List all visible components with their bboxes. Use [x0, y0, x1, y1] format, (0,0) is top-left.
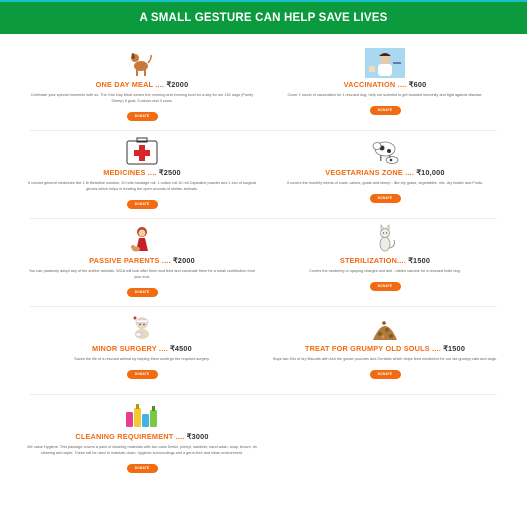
donate-button[interactable]: DONATE [126, 288, 158, 297]
girl-with-dog-icon [122, 224, 162, 254]
donation-card-sterilization: STERILIZATION.... ₹1500 Covers the neute… [265, 224, 505, 292]
row-divider [30, 130, 497, 131]
card-price: ₹1500 [443, 344, 466, 353]
biscuit-pile-icon [365, 312, 405, 342]
card-description: We value Hygiene. This package covers a … [27, 445, 257, 455]
donate-button[interactable]: DONATE [369, 106, 401, 115]
card-description: Buys two Kilo of dry Biscuits with Ash t… [273, 357, 497, 361]
card-description: Saves the life of a rescued animal by he… [74, 357, 210, 361]
donate-button[interactable]: DONATE [369, 370, 401, 379]
donation-card-treat-for-grumpy-old-souls: TREAT FOR GRUMPY OLD SOULS .... ₹1500 Bu… [265, 312, 505, 380]
card-title: MEDICINES .... ₹2500 [22, 168, 262, 177]
card-name: PASSIVE PARENTS .... [89, 256, 171, 265]
card-price: ₹3000 [186, 432, 209, 441]
donate-button[interactable]: DONATE [126, 200, 158, 209]
card-price: ₹600 [408, 80, 427, 89]
row-divider [30, 306, 497, 307]
card-name: CLEANING REQUIREMENT .... [75, 432, 185, 441]
card-description: Celebrate your special moments with us. … [30, 93, 254, 103]
card-title: CLEANING REQUIREMENT .... ₹3000 [22, 432, 262, 441]
donation-card-medicines: MEDICINES .... ₹2500 It consist general … [22, 136, 262, 210]
row-divider [30, 394, 497, 395]
donation-card-one-day-meal: ONE DAY MEAL .... ₹2000 Celebrate your s… [22, 48, 262, 122]
card-name: VACCINATION .... [343, 80, 407, 89]
card-price: ₹2000 [166, 80, 189, 89]
card-title: TREAT FOR GRUMPY OLD SOULS .... ₹1500 [265, 344, 505, 353]
card-price: ₹10,000 [416, 168, 445, 177]
dog-icon [122, 48, 162, 78]
card-description: It consist general medicines like 1 ltr … [27, 181, 257, 191]
card-description: It covers the monthly needs of cows, cal… [287, 181, 483, 185]
card-title: VEGETARIANS ZONE .... ₹10,000 [265, 168, 505, 177]
cow-icon [365, 136, 405, 166]
donation-card-vaccination: VACCINATION .... ₹600 Cover 1 round of v… [265, 48, 505, 116]
cat-icon [365, 224, 405, 254]
card-price: ₹2500 [158, 168, 181, 177]
card-description: You can passively adopt any of the shelt… [28, 269, 256, 279]
medical-kit-icon [122, 136, 162, 166]
donate-button[interactable]: DONATE [369, 194, 401, 203]
card-name: STERILIZATION.... [339, 256, 406, 265]
header-banner: A SMALL GESTURE CAN HELP SAVE LIVES [0, 0, 527, 34]
donate-button[interactable]: DONATE [126, 370, 158, 379]
vaccination-icon [365, 48, 405, 78]
card-price: ₹1500 [408, 256, 431, 265]
donate-button[interactable]: DONATE [369, 282, 401, 291]
card-description: Cover 1 round of vaccination for 1 rescu… [287, 93, 483, 97]
card-price: ₹2000 [172, 256, 195, 265]
cleaning-supplies-icon [122, 400, 162, 430]
row-divider [30, 218, 497, 219]
donate-button[interactable]: DONATE [126, 464, 158, 473]
page-title: A SMALL GESTURE CAN HELP SAVE LIVES [139, 12, 388, 24]
donate-button[interactable]: DONATE [126, 112, 158, 121]
donation-card-passive-parents: PASSIVE PARENTS .... ₹2000 You can passi… [22, 224, 262, 298]
card-title: STERILIZATION.... ₹1500 [265, 256, 505, 265]
injured-dog-icon [122, 312, 162, 342]
card-name: TREAT FOR GRUMPY OLD SOULS .... [304, 344, 441, 353]
card-description: Covers the neutering or spaying charges … [309, 269, 461, 273]
card-name: VEGETARIANS ZONE .... [325, 168, 415, 177]
card-name: MEDICINES .... [103, 168, 157, 177]
card-name: MINOR SURGERY .... [92, 344, 168, 353]
card-title: MINOR SURGERY .... ₹4500 [22, 344, 262, 353]
card-title: PASSIVE PARENTS .... ₹2000 [22, 256, 262, 265]
card-title: ONE DAY MEAL .... ₹2000 [22, 80, 262, 89]
card-price: ₹4500 [170, 344, 192, 353]
donation-card-cleaning-requirement: CLEANING REQUIREMENT .... ₹3000 We value… [22, 400, 262, 474]
card-name: ONE DAY MEAL .... [95, 80, 165, 89]
donation-card-minor-surgery: MINOR SURGERY .... ₹4500 Saves the life … [22, 312, 262, 380]
card-title: VACCINATION .... ₹600 [265, 80, 505, 89]
donation-card-vegetarians-zone: VEGETARIANS ZONE .... ₹10,000 It covers … [265, 136, 505, 204]
